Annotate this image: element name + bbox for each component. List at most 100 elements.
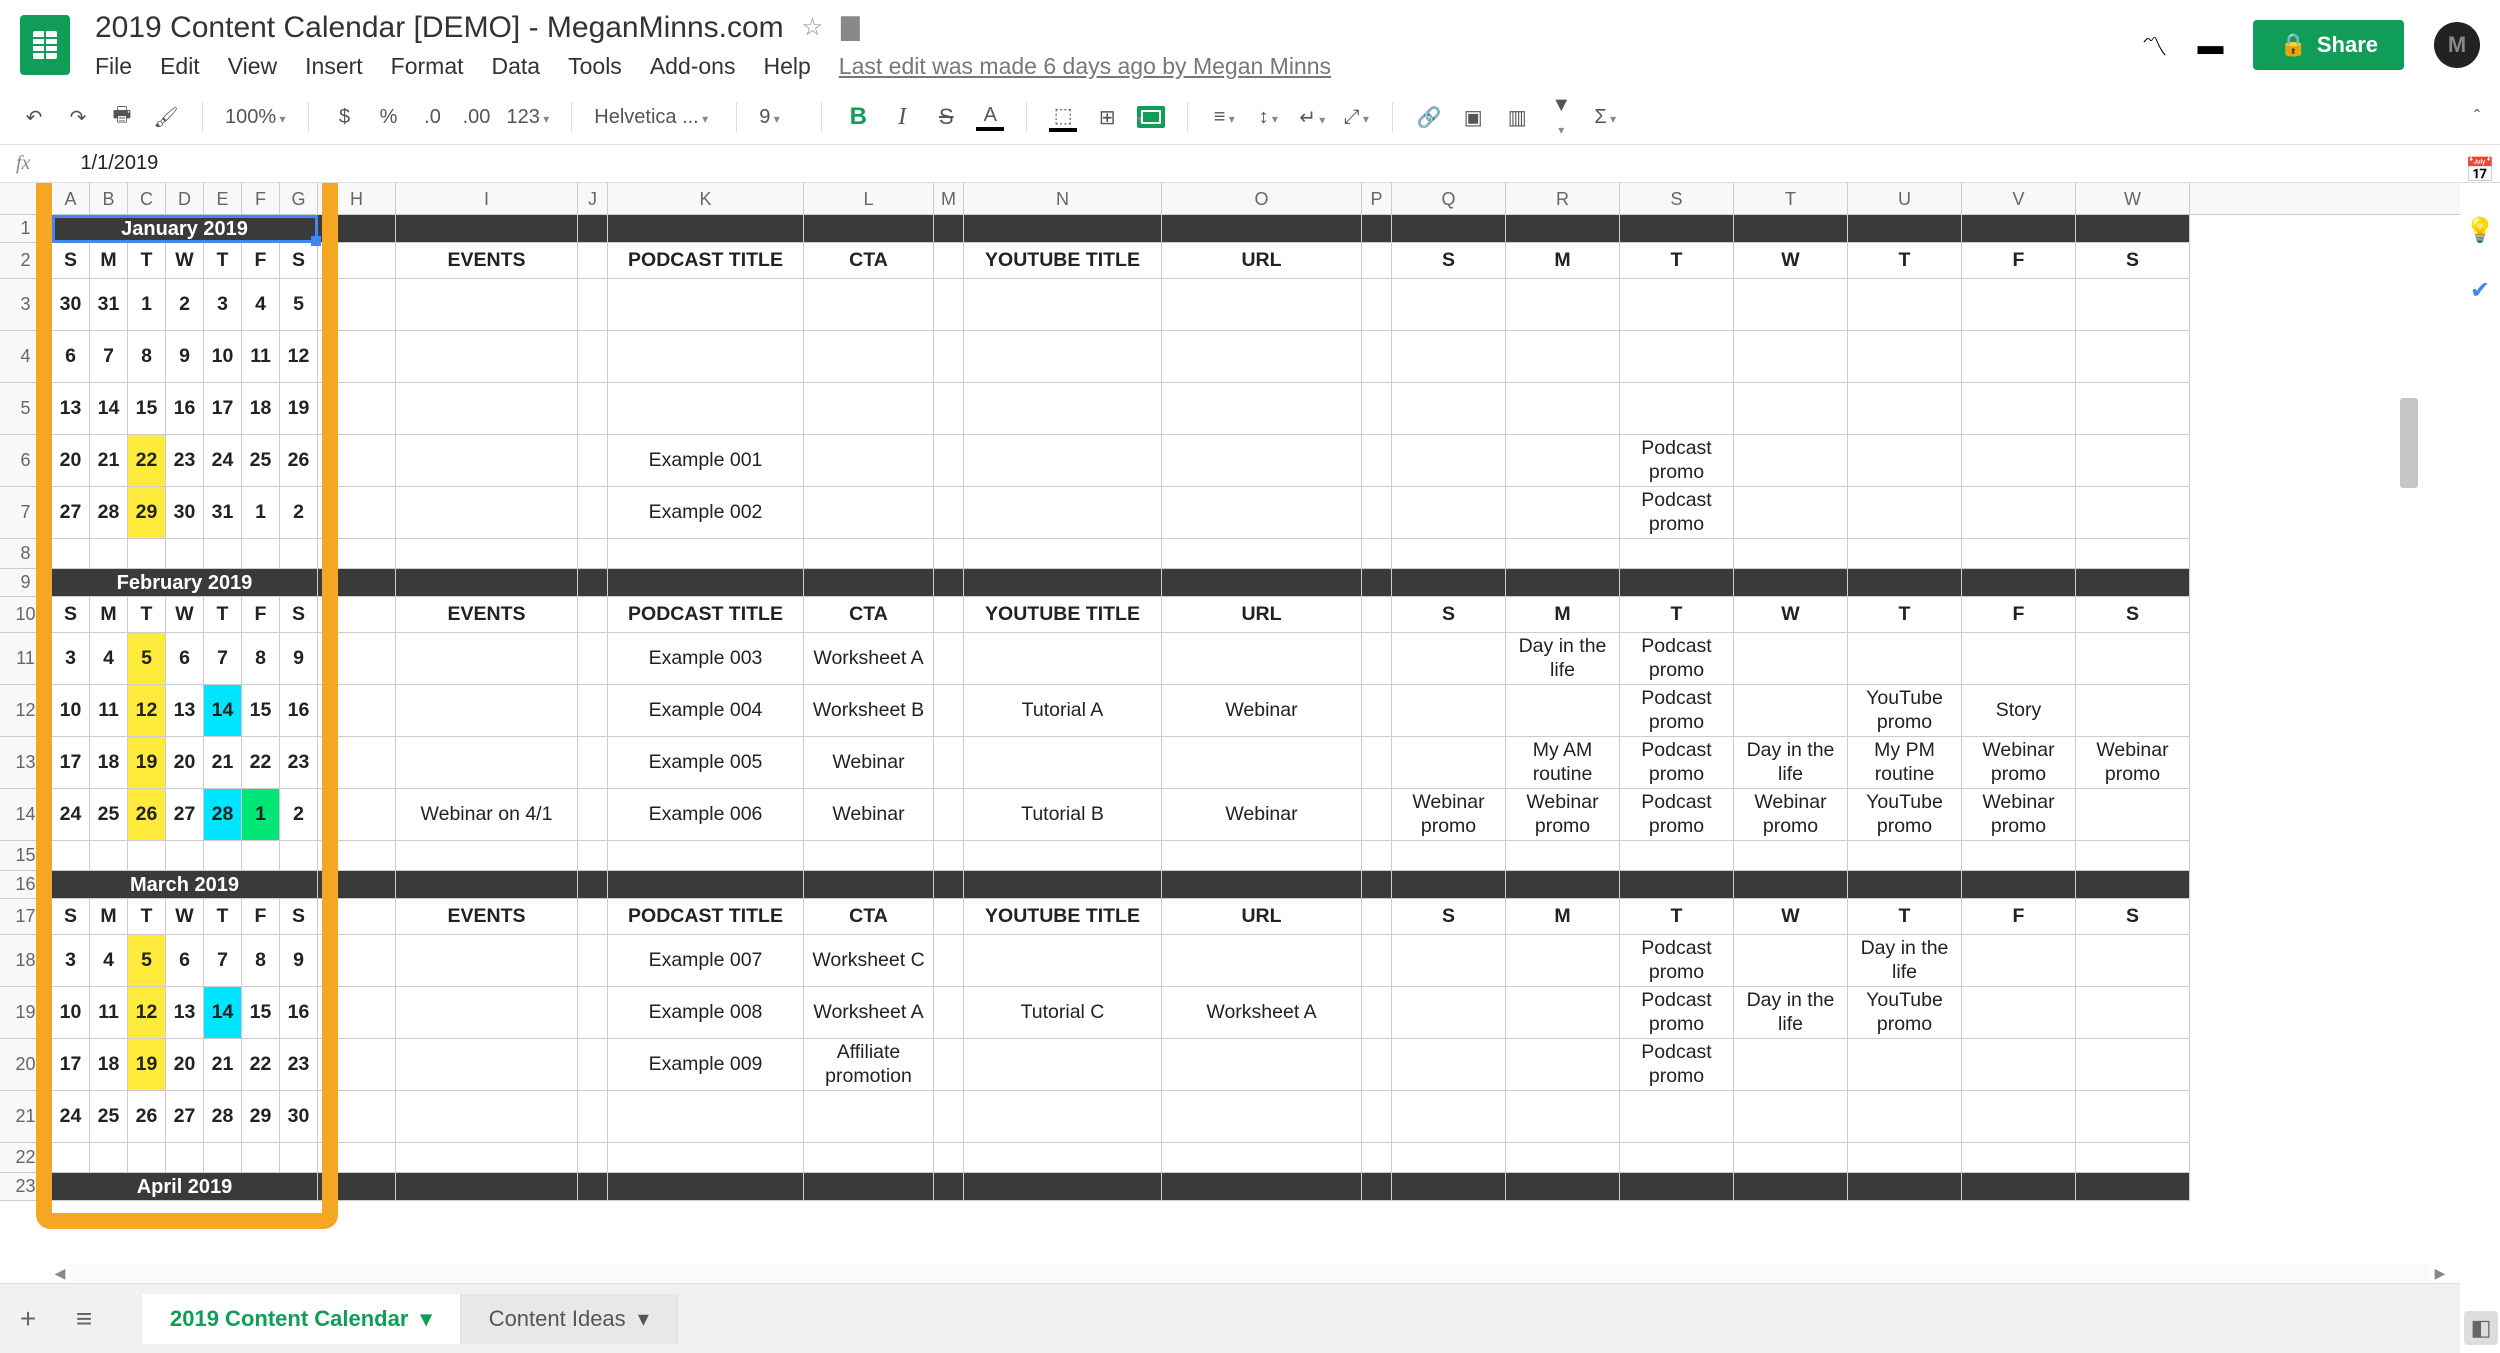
content-header[interactable]: T <box>1848 243 1962 279</box>
column-header-F[interactable]: F <box>242 183 280 214</box>
cell[interactable] <box>1392 1143 1506 1173</box>
day-header[interactable]: F <box>242 597 280 633</box>
cell[interactable] <box>90 841 128 871</box>
day-header[interactable]: F <box>242 243 280 279</box>
content-cell[interactable] <box>2076 987 2190 1039</box>
content-header[interactable]: CTA <box>804 899 934 935</box>
column-header-M[interactable]: M <box>934 183 964 214</box>
content-cell[interactable] <box>1362 331 1392 383</box>
content-cell[interactable] <box>964 487 1162 539</box>
content-cell[interactable] <box>1392 935 1506 987</box>
content-header[interactable]: M <box>1506 597 1620 633</box>
cell[interactable] <box>1734 871 1848 899</box>
content-cell[interactable] <box>2076 633 2190 685</box>
column-header-G[interactable]: G <box>280 183 318 214</box>
content-header[interactable]: T <box>1620 899 1734 935</box>
cell[interactable] <box>578 569 608 597</box>
day-header[interactable]: W <box>166 597 204 633</box>
cell[interactable] <box>1620 1143 1734 1173</box>
cell[interactable] <box>1734 215 1848 243</box>
content-cell[interactable]: Tutorial A <box>964 685 1162 737</box>
content-cell[interactable] <box>2076 435 2190 487</box>
calendar-day[interactable]: 8 <box>128 331 166 383</box>
cell[interactable] <box>90 1143 128 1173</box>
cell[interactable] <box>1734 539 1848 569</box>
cell[interactable] <box>1962 569 2076 597</box>
cell[interactable] <box>396 569 578 597</box>
text-color-icon[interactable]: A <box>976 104 1004 131</box>
content-cell[interactable] <box>964 1091 1162 1143</box>
cell[interactable] <box>318 487 396 539</box>
content-cell[interactable] <box>1362 987 1392 1039</box>
content-cell[interactable]: YouTube promo <box>1848 987 1962 1039</box>
cell[interactable] <box>52 539 90 569</box>
content-header[interactable]: F <box>1962 243 2076 279</box>
cell[interactable] <box>204 841 242 871</box>
content-cell[interactable] <box>1362 383 1392 435</box>
month-header[interactable]: February 2019 <box>52 569 318 597</box>
functions-icon[interactable]: Σ <box>1591 106 1619 129</box>
content-cell[interactable] <box>1962 935 2076 987</box>
spreadsheet-grid[interactable]: ABCDEFGHIJKLMNOPQRSTUVW 1January 20192SM… <box>0 183 2460 1283</box>
day-header[interactable]: F <box>242 899 280 935</box>
menu-file[interactable]: File <box>95 53 132 80</box>
content-header[interactable]: PODCAST TITLE <box>608 899 804 935</box>
column-header-C[interactable]: C <box>128 183 166 214</box>
content-cell[interactable]: YouTube promo <box>1848 685 1962 737</box>
cell[interactable] <box>1506 569 1620 597</box>
content-cell[interactable]: Worksheet A <box>804 633 934 685</box>
calendar-day[interactable]: 6 <box>166 935 204 987</box>
chart-icon[interactable]: ▥ <box>1503 105 1531 130</box>
content-cell[interactable] <box>1392 279 1506 331</box>
content-cell[interactable] <box>1962 435 2076 487</box>
calendar-day[interactable]: 25 <box>242 435 280 487</box>
cell[interactable] <box>608 871 804 899</box>
day-header[interactable]: M <box>90 243 128 279</box>
day-header[interactable]: T <box>204 243 242 279</box>
row-header-10[interactable]: 10 <box>0 597 52 633</box>
cell[interactable] <box>804 871 934 899</box>
cell[interactable] <box>578 539 608 569</box>
calendar-day[interactable]: 27 <box>166 789 204 841</box>
select-all-corner[interactable] <box>0 183 52 214</box>
content-cell[interactable] <box>578 435 608 487</box>
cell[interactable] <box>242 841 280 871</box>
content-cell[interactable]: My PM routine <box>1848 737 1962 789</box>
content-cell[interactable] <box>1162 1091 1362 1143</box>
content-cell[interactable] <box>1734 331 1848 383</box>
cell[interactable] <box>1392 1173 1506 1201</box>
calendar-day[interactable]: 7 <box>204 935 242 987</box>
cell[interactable] <box>964 539 1162 569</box>
calendar-day[interactable]: 12 <box>128 685 166 737</box>
day-header[interactable]: W <box>166 243 204 279</box>
cell[interactable] <box>964 569 1162 597</box>
menu-edit[interactable]: Edit <box>160 53 200 80</box>
cell[interactable] <box>52 1143 90 1173</box>
content-cell[interactable] <box>1962 1091 2076 1143</box>
calendar-day[interactable]: 12 <box>128 987 166 1039</box>
folder-icon[interactable]: ▇ <box>841 13 859 42</box>
content-cell[interactable] <box>1362 435 1392 487</box>
content-header[interactable]: PODCAST TITLE <box>608 243 804 279</box>
content-cell[interactable]: Worksheet A <box>804 987 934 1039</box>
content-header[interactable]: CTA <box>804 597 934 633</box>
calendar-day[interactable]: 26 <box>128 1091 166 1143</box>
cell[interactable] <box>1962 871 2076 899</box>
calendar-day[interactable]: 10 <box>204 331 242 383</box>
font-dropdown[interactable]: Helvetica ... <box>594 106 714 129</box>
content-cell[interactable] <box>934 935 964 987</box>
content-cell[interactable] <box>1362 633 1392 685</box>
content-cell[interactable] <box>1392 987 1506 1039</box>
cell[interactable] <box>964 871 1162 899</box>
content-cell[interactable] <box>2076 279 2190 331</box>
month-header[interactable]: April 2019 <box>52 1173 318 1201</box>
content-cell[interactable] <box>396 331 578 383</box>
day-header[interactable]: S <box>52 899 90 935</box>
vertical-align-icon[interactable]: ↕ <box>1254 106 1282 129</box>
cell[interactable] <box>396 539 578 569</box>
row-header-11[interactable]: 11 <box>0 633 52 685</box>
content-cell[interactable] <box>934 685 964 737</box>
content-header[interactable] <box>934 243 964 279</box>
content-header[interactable]: YOUTUBE TITLE <box>964 899 1162 935</box>
calendar-day[interactable]: 26 <box>128 789 166 841</box>
